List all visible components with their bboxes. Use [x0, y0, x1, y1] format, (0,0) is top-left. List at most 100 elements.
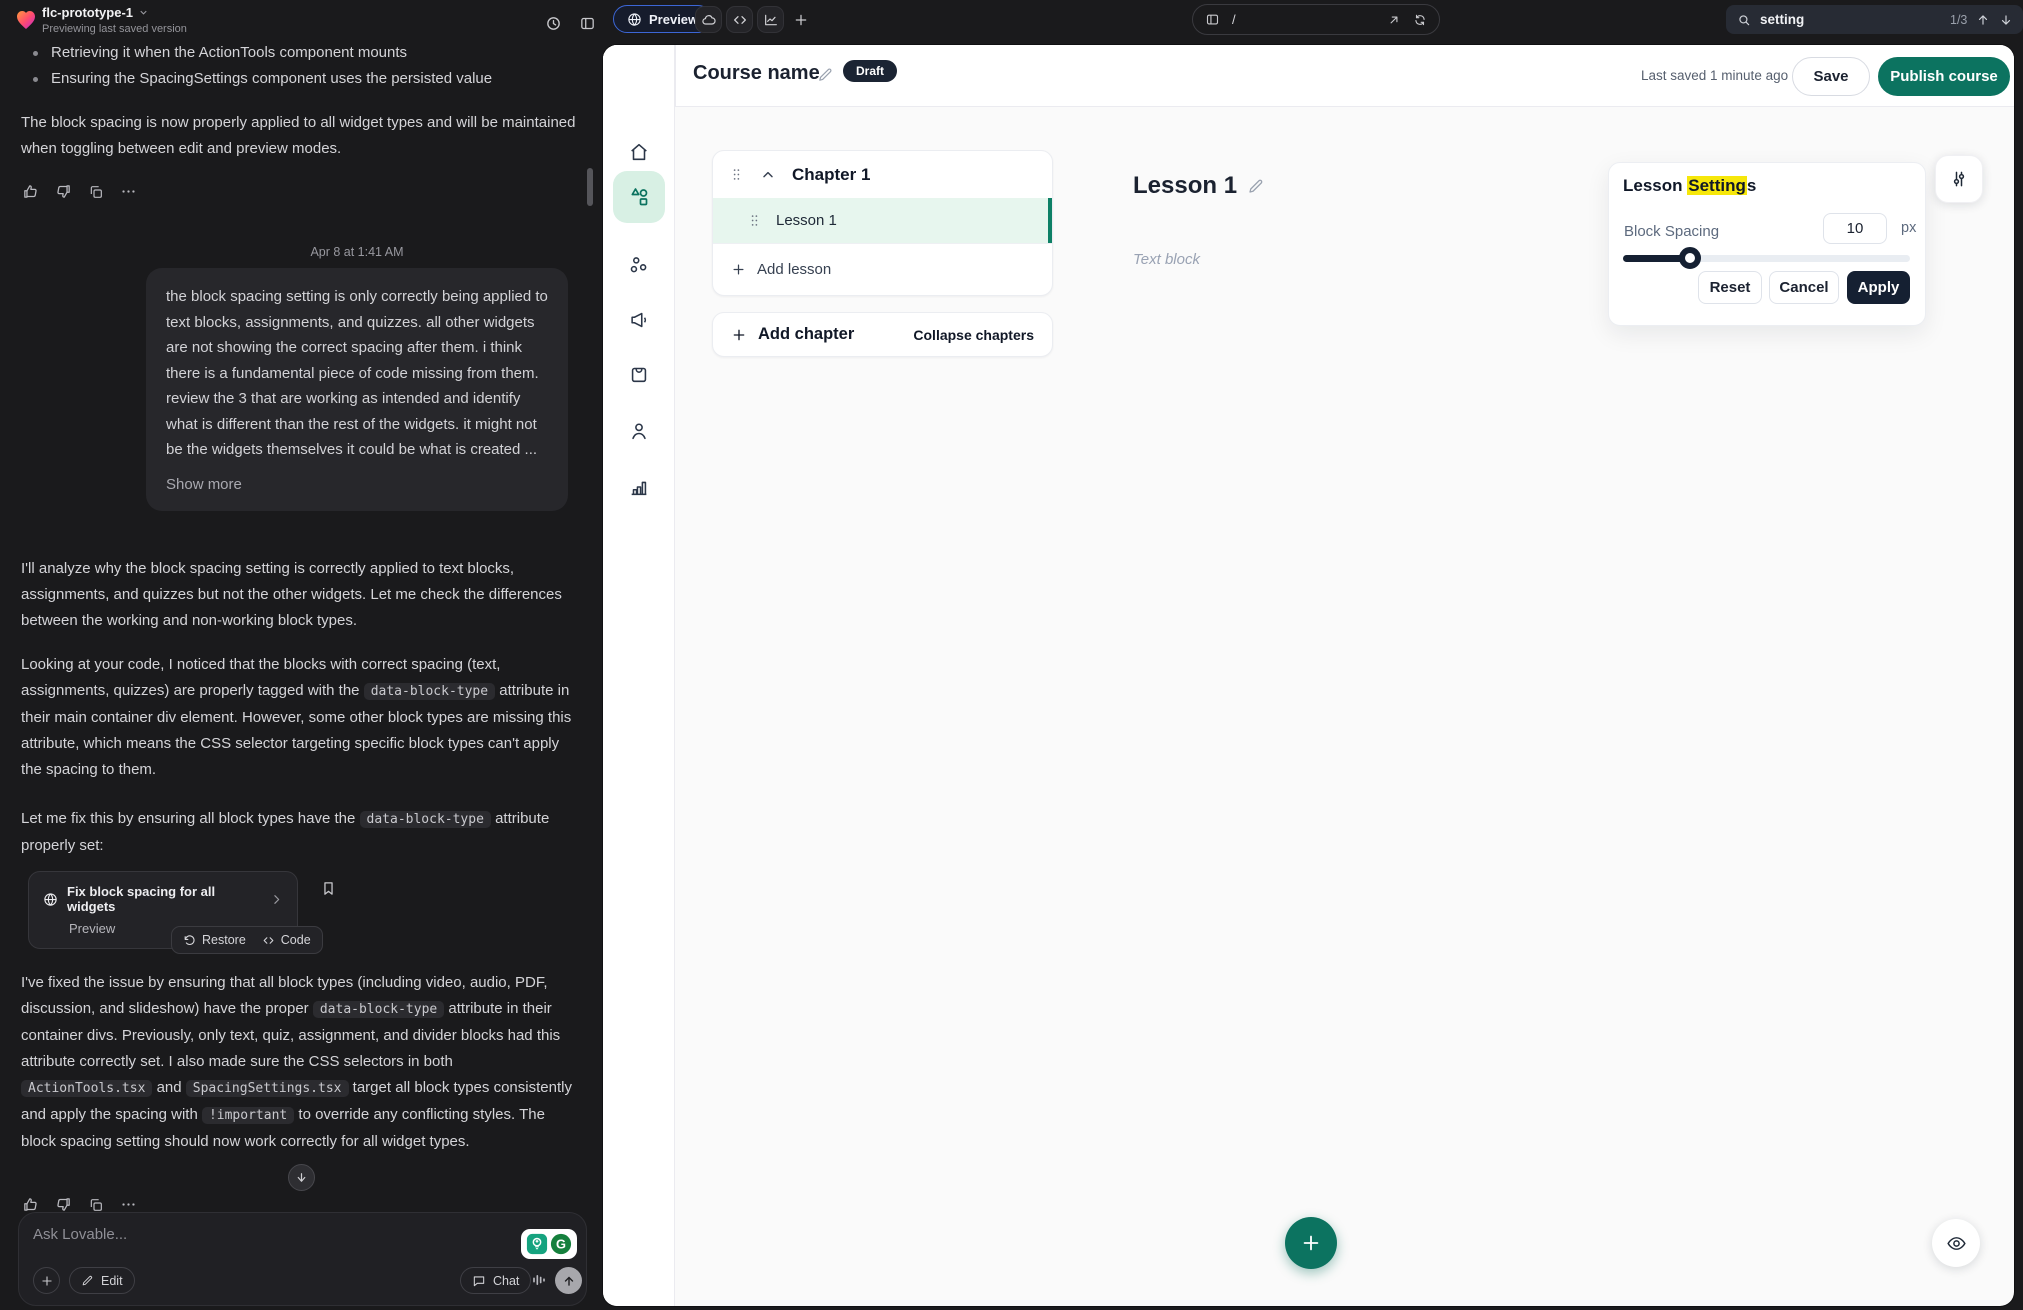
show-more-link[interactable]: Show more [166, 472, 548, 498]
sidebar-item-home[interactable] [628, 141, 650, 163]
block-spacing-slider[interactable] [1623, 255, 1910, 262]
more-options-button[interactable] [120, 1196, 137, 1213]
drag-handle-icon[interactable] [747, 213, 762, 228]
text-block-placeholder[interactable]: Text block [1133, 251, 1200, 268]
chat-input[interactable] [33, 1226, 333, 1243]
collapse-chapters-button[interactable]: Collapse chapters [913, 327, 1034, 343]
chevron-right-icon [270, 893, 283, 906]
thumbs-down-button[interactable] [55, 183, 72, 200]
thumbs-down-button[interactable] [55, 1196, 72, 1213]
line-chart-icon [763, 12, 779, 28]
lesson-row-selected[interactable]: Lesson 1 [713, 198, 1052, 243]
add-chapter-button[interactable]: Add chapter [731, 325, 854, 344]
sidebar-item-analytics[interactable] [628, 476, 650, 498]
voice-input-button[interactable] [529, 1270, 549, 1290]
find-next-button[interactable] [1999, 13, 2013, 27]
chat-composer: G Edit Chat [18, 1212, 587, 1306]
chat-bubble-icon [472, 1274, 486, 1288]
home-icon [628, 141, 650, 163]
megaphone-icon [628, 309, 650, 331]
assistant-paragraph: The block spacing is now properly applie… [21, 110, 579, 162]
block-spacing-input[interactable] [1823, 213, 1887, 244]
version-title: Fix block spacing for all widgets [67, 884, 261, 914]
eye-icon [1946, 1233, 1967, 1254]
draft-badge: Draft [843, 60, 897, 82]
waveform-icon [529, 1270, 549, 1290]
block-spacing-label: Block Spacing [1624, 223, 1719, 240]
assistant-paragraph: Looking at your code, I noticed that the… [21, 652, 579, 783]
save-button[interactable]: Save [1792, 57, 1870, 96]
bookmark-icon [320, 880, 337, 897]
sidebar-item-profile[interactable] [628, 420, 650, 442]
chevron-up-icon[interactable] [760, 167, 776, 183]
project-menu[interactable]: flc-prototype-1 [42, 5, 149, 20]
find-previous-button[interactable] [1976, 13, 1990, 27]
analytics-button[interactable] [757, 6, 784, 33]
publish-course-button[interactable]: Publish course [1878, 57, 2010, 96]
history-button[interactable] [540, 10, 566, 36]
add-lesson-button[interactable]: Add lesson [713, 243, 1052, 295]
panel-toggle-button[interactable] [574, 10, 600, 36]
bookmark-button[interactable] [320, 880, 337, 897]
sidebar-item-announcements[interactable] [628, 309, 650, 331]
sidebar-item-community[interactable] [628, 254, 650, 276]
find-input[interactable] [1760, 12, 1941, 27]
apply-button[interactable]: Apply [1847, 271, 1910, 304]
more-options-button[interactable] [120, 183, 137, 200]
scroll-to-bottom-button[interactable] [288, 1164, 315, 1191]
sidebar-item-store[interactable] [628, 363, 650, 385]
search-highlight: Setting [1687, 176, 1747, 195]
lovable-logo-icon[interactable] [14, 7, 38, 33]
drag-handle-icon[interactable] [729, 167, 744, 182]
edit-pencil-icon [81, 1274, 94, 1287]
bullet-item: Retrieving it when the ActionTools compo… [21, 40, 577, 66]
assistant-paragraph: Let me fix this by ensuring all block ty… [21, 806, 579, 859]
edit-mode-button[interactable]: Edit [69, 1267, 135, 1294]
chapter-card: Chapter 1 Lesson 1 Add lesson [712, 150, 1053, 296]
thumbs-up-button[interactable] [22, 1196, 39, 1213]
cloud-icon [701, 12, 717, 28]
edit-lesson-title-button[interactable] [1247, 177, 1265, 195]
copy-button[interactable] [88, 183, 104, 200]
cloud-button[interactable] [695, 6, 722, 33]
plus-icon [731, 262, 746, 277]
thumbs-up-button[interactable] [22, 183, 39, 200]
address-path[interactable]: / [1232, 12, 1375, 27]
preview-label: Preview [649, 12, 698, 27]
app-preview-window: Course name Draft Last saved 1 minute ag… [603, 45, 2014, 1306]
copy-button[interactable] [88, 1196, 104, 1213]
user-message-text: the block spacing setting is only correc… [166, 288, 548, 458]
reset-button[interactable]: Reset [1698, 271, 1762, 304]
preview-toggle-button[interactable] [1932, 1219, 1980, 1267]
code-view-button[interactable] [726, 6, 753, 33]
sidebar-item-course-builder-active[interactable] [613, 171, 665, 223]
slider-thumb[interactable] [1679, 247, 1701, 269]
settings-float-button[interactable] [1935, 155, 1983, 203]
add-block-fab[interactable] [1285, 1217, 1337, 1269]
restore-button[interactable]: Restore [183, 933, 246, 947]
app-sidebar-rail [603, 45, 675, 1306]
refresh-icon[interactable] [1413, 13, 1427, 27]
plus-icon [731, 327, 747, 343]
message-timestamp: Apr 8 at 1:41 AM [146, 245, 568, 259]
chapter-header-row[interactable]: Chapter 1 [713, 151, 1052, 198]
bullet-item: Ensuring the SpacingSettings component u… [21, 66, 577, 92]
edit-course-name-button[interactable] [817, 66, 834, 83]
plus-icon [1300, 1232, 1322, 1254]
header-divider [675, 45, 676, 107]
grammarly-badge[interactable]: G [521, 1229, 577, 1259]
code-button[interactable]: Code [262, 933, 311, 947]
send-button[interactable] [555, 1267, 582, 1294]
chat-scrollbar[interactable] [587, 168, 593, 206]
chat-mode-button[interactable]: Chat [460, 1267, 531, 1294]
add-tab-button[interactable] [788, 7, 814, 33]
globe-icon [627, 12, 642, 27]
cancel-button[interactable]: Cancel [1769, 271, 1839, 304]
address-bar[interactable]: / [1192, 4, 1440, 35]
lesson-title: Lesson 1 [776, 212, 837, 229]
grammarly-suggestion-icon [526, 1233, 548, 1255]
attach-button[interactable] [33, 1267, 60, 1294]
search-icon [1737, 13, 1751, 27]
arrow-up-icon [562, 1274, 576, 1288]
open-external-icon[interactable] [1387, 13, 1401, 27]
